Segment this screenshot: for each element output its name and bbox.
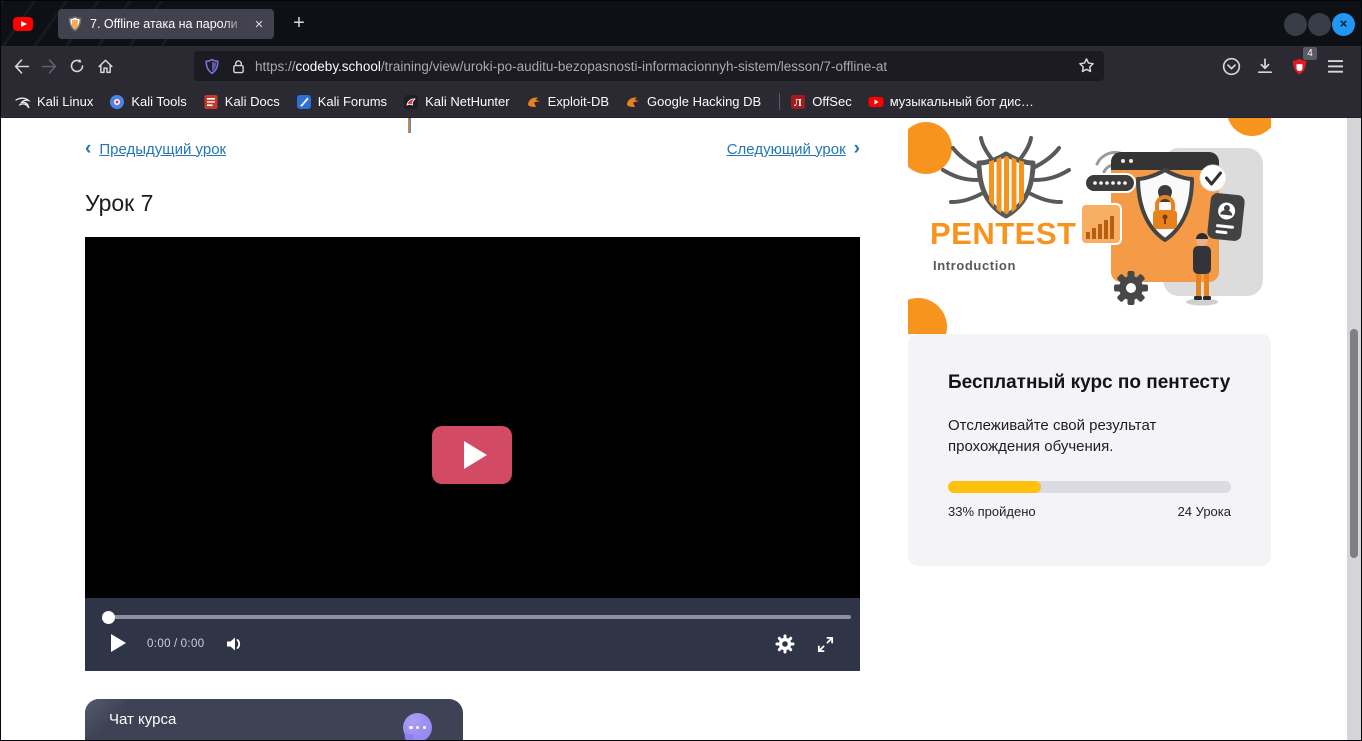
extension-badge: 4: [1303, 47, 1317, 60]
tab-title: 7. Offline атака на пароли: [90, 17, 248, 31]
page-title: Урок 7: [85, 190, 153, 217]
play-button[interactable]: [111, 634, 126, 652]
volume-button[interactable]: [223, 633, 245, 655]
course-progress-bar: [948, 481, 1231, 493]
course-chat-card[interactable]: Чат курса: [85, 699, 463, 741]
fullscreen-button[interactable]: [814, 633, 836, 655]
titlebar: 7. Offline атака на пароли × + ×: [1, 1, 1361, 46]
spider-shield-logo: [943, 138, 1069, 216]
tab-active[interactable]: 7. Offline атака на пароли ×: [58, 9, 274, 39]
bookmarks-separator: [779, 93, 780, 110]
big-play-button[interactable]: [432, 426, 512, 484]
page-content: ‹ Предыдущий урок Следующий урок › Урок …: [1, 118, 1361, 741]
bookmark-exploit-db[interactable]: Exploit-DB: [526, 94, 609, 110]
chevron-right-icon: ›: [854, 140, 860, 158]
browser-window: 7. Offline атака на пароли × + × https:/…: [0, 0, 1362, 741]
tracking-shield-icon: [204, 58, 220, 75]
url-text: https://codeby.school/training/view/urok…: [255, 59, 1070, 74]
bookmark-kali-linux[interactable]: Kali Linux: [15, 94, 93, 110]
home-icon: [97, 58, 114, 75]
bookmark-kali-nethunter[interactable]: Kali NetHunter: [403, 94, 510, 110]
adblock-extension-button[interactable]: 4: [1285, 52, 1313, 80]
menu-button[interactable]: [1321, 52, 1349, 80]
player-controls: 0:00/0:00: [85, 598, 860, 671]
course-promo-banner[interactable]: PENTEST Introduction: [908, 118, 1271, 334]
bookmark-kali-tools[interactable]: Kali Tools: [109, 94, 186, 110]
pocket-button[interactable]: [1217, 52, 1245, 80]
video-area[interactable]: [85, 237, 860, 598]
bookmark-star-icon[interactable]: [1078, 57, 1095, 74]
bookmark-youtube-music-bot[interactable]: музыкальный бот дис…: [868, 94, 1034, 110]
time-display: 0:00/0:00: [147, 638, 205, 650]
course-description: Отслеживайте свой результат прохождения …: [948, 415, 1231, 459]
page-scrollbar-thumb[interactable]: [1350, 329, 1358, 558]
kali-linux-icon: [15, 94, 31, 110]
chevron-left-icon: ‹: [85, 140, 91, 158]
google-hacking-db-icon: [625, 94, 641, 110]
lessons-count-label: 24 Урока: [1178, 504, 1231, 519]
settings-button[interactable]: [774, 633, 796, 655]
clipped-page-element: [408, 118, 411, 133]
page-scrollbar-track[interactable]: [1347, 118, 1361, 741]
course-progress-card: Бесплатный курс по пентесту Отслеживайте…: [908, 334, 1271, 566]
minimize-button[interactable]: [1284, 13, 1307, 36]
downloads-button[interactable]: [1251, 52, 1279, 80]
volume-icon: [224, 634, 244, 654]
offsec-icon: Л: [790, 94, 806, 110]
close-button[interactable]: ×: [1332, 13, 1355, 36]
forward-button[interactable]: [35, 52, 63, 80]
progress-percent-label: 33% пройдено: [948, 504, 1036, 519]
pocket-icon: [1222, 57, 1241, 76]
kali-forums-icon: [296, 94, 312, 110]
back-button[interactable]: [7, 52, 35, 80]
tab-close-icon[interactable]: ×: [250, 17, 268, 32]
bookmark-kali-docs[interactable]: Kali Docs: [203, 94, 280, 110]
exploit-db-icon: [526, 94, 542, 110]
download-icon: [1256, 57, 1274, 75]
window-controls: ×: [1284, 13, 1355, 36]
seek-thumb[interactable]: [102, 611, 115, 624]
lock-icon: [232, 59, 245, 74]
chat-title: Чат курса: [109, 711, 176, 728]
codeby-shield-icon: [67, 16, 83, 32]
course-title: Бесплатный курс по пентесту: [948, 370, 1231, 396]
next-lesson-link[interactable]: Следующий урок ›: [727, 140, 860, 158]
url-bar[interactable]: https://codeby.school/training/view/urok…: [194, 51, 1104, 81]
lesson-navigation: ‹ Предыдущий урок Следующий урок ›: [85, 140, 860, 160]
kali-tools-icon: [109, 94, 125, 110]
course-progress-labels: 33% пройдено 24 Урока: [948, 504, 1231, 519]
youtube-icon: [868, 94, 884, 110]
promo-subtitle-text: Introduction: [933, 258, 1016, 273]
kali-docs-icon: [203, 94, 219, 110]
prev-lesson-link[interactable]: ‹ Предыдущий урок: [85, 140, 226, 158]
youtube-icon[interactable]: [13, 17, 33, 31]
new-tab-button[interactable]: +: [287, 12, 311, 36]
reload-button[interactable]: [63, 52, 91, 80]
svg-text:Л: Л: [794, 98, 802, 109]
seek-bar[interactable]: [104, 615, 851, 619]
chat-bubble-icon[interactable]: [403, 713, 432, 741]
bookmarks-bar: Kali Linux Kali Tools Kali Docs Kali For…: [1, 86, 1361, 118]
bookmark-google-hacking-db[interactable]: Google Hacking DB: [625, 94, 761, 110]
bookmark-offsec[interactable]: Л OffSec: [790, 94, 852, 110]
fullscreen-icon: [816, 635, 835, 654]
gear-icon: [775, 634, 795, 654]
hamburger-icon: [1327, 59, 1344, 74]
bookmark-kali-forums[interactable]: Kali Forums: [296, 94, 387, 110]
promo-brand-text: PENTEST: [930, 216, 1076, 252]
security-illustration: [1081, 148, 1263, 306]
back-icon: [13, 58, 30, 75]
course-progress-fill: [948, 481, 1041, 493]
url-domain: codeby.school: [296, 59, 381, 74]
toolbar: https://codeby.school/training/view/urok…: [1, 46, 1361, 86]
reload-icon: [69, 58, 85, 74]
home-button[interactable]: [91, 52, 119, 80]
kali-nethunter-icon: [403, 94, 419, 110]
forward-icon: [41, 58, 58, 75]
video-player: 0:00/0:00: [85, 237, 860, 671]
maximize-button[interactable]: [1308, 13, 1331, 36]
